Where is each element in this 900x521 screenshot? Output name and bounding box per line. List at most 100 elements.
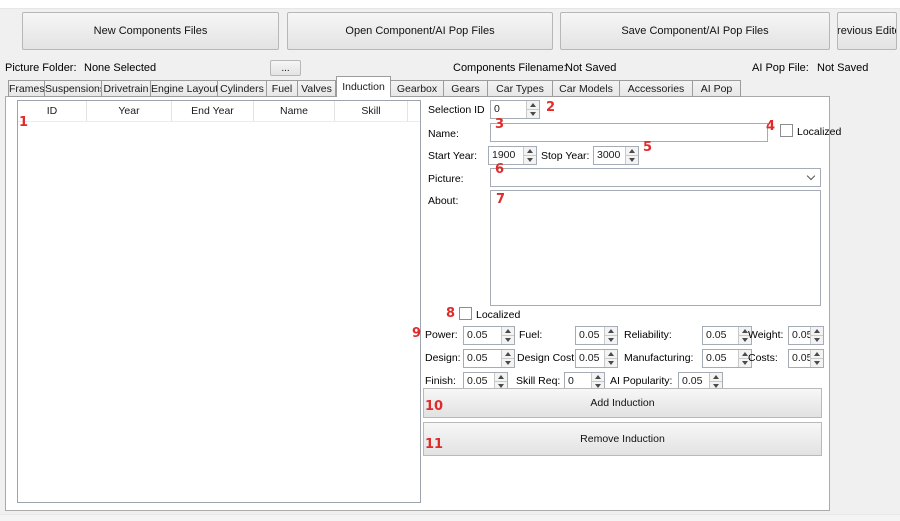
tab-ai-pop[interactable]: AI Pop <box>693 80 741 97</box>
name-localized-checkbox[interactable] <box>780 124 793 137</box>
costs-label: Costs: <box>748 352 778 364</box>
about-localized-label: Localized <box>476 309 520 321</box>
power-value: 0.05 <box>464 327 501 344</box>
spinner-buttons <box>523 147 536 164</box>
annotation-3: 3 <box>495 118 504 131</box>
tab-car-models[interactable]: Car Models <box>553 80 620 97</box>
manufacturing-spinner[interactable]: 0.05 <box>702 349 752 368</box>
tab-suspensions[interactable]: Suspensions <box>45 80 102 97</box>
tab-cylinders[interactable]: Cylinders <box>218 80 267 97</box>
browse-picture-folder-button[interactable]: ... <box>270 60 301 76</box>
components-filename-label: Components Filename: <box>453 62 567 75</box>
spinner-up-button[interactable] <box>524 147 536 155</box>
tab-frames[interactable]: Frames <box>8 80 45 97</box>
window-top-edge <box>0 0 900 9</box>
reliability-value: 0.05 <box>703 327 738 344</box>
annotation-6: 6 <box>495 163 504 176</box>
annotation-2: 2 <box>546 101 555 114</box>
induction-list-header: ID Year End Year Name Skill <box>18 101 420 122</box>
reliability-spinner[interactable]: 0.05 <box>702 326 752 345</box>
spinner-up-button[interactable] <box>811 350 823 358</box>
list-column-end-year[interactable]: End Year <box>172 101 254 121</box>
design-cost-spinner[interactable]: 0.05 <box>575 349 618 368</box>
annotation-9: 9 <box>412 327 421 340</box>
spinner-up-button[interactable] <box>811 327 823 335</box>
annotation-7: 7 <box>496 193 505 206</box>
add-induction-button[interactable]: Add Induction <box>423 388 822 418</box>
components-filename-value: Not Saved <box>565 62 616 75</box>
annotation-1: 1 <box>19 116 28 129</box>
spinner-down-button[interactable] <box>502 335 514 344</box>
spinner-up-button[interactable] <box>495 373 507 381</box>
tab-accessories[interactable]: Accessories <box>620 80 693 97</box>
ai-pop-file-label: AI Pop File: <box>752 62 809 75</box>
ai-popularity-label: AI Popularity: <box>610 375 672 387</box>
fuel-spinner[interactable]: 0.05 <box>575 326 618 345</box>
about-textarea[interactable] <box>490 190 821 306</box>
spinner-buttons <box>604 327 617 344</box>
stop-year-spinner[interactable]: 3000 <box>593 146 639 165</box>
previous-editor-button[interactable]: Previous Editor <box>837 12 897 50</box>
induction-list[interactable]: ID Year End Year Name Skill <box>17 100 421 503</box>
weight-spinner[interactable]: 0.05 <box>788 326 824 345</box>
fuel-label: Fuel: <box>519 329 542 341</box>
spinner-up-button[interactable] <box>626 147 638 155</box>
selection-id-label: Selection ID <box>428 104 485 116</box>
spinner-up-button[interactable] <box>527 101 539 109</box>
tab-induction[interactable]: Induction <box>336 76 391 97</box>
list-column-year[interactable]: Year <box>87 101 172 121</box>
spinner-down-button[interactable] <box>811 335 823 344</box>
spinner-up-button[interactable] <box>502 350 514 358</box>
spinner-up-button[interactable] <box>605 350 617 358</box>
save-component-ai-pop-files-button[interactable]: Save Component/AI Pop Files <box>560 12 830 50</box>
skill-req-label: Skill Req: <box>516 375 560 387</box>
name-input[interactable] <box>490 123 768 142</box>
tab-valves[interactable]: Valves <box>298 80 336 97</box>
spinner-up-button[interactable] <box>605 327 617 335</box>
manufacturing-value: 0.05 <box>703 350 738 367</box>
list-column-extra[interactable] <box>408 101 420 121</box>
annotation-11: 11 <box>425 438 443 451</box>
spinner-up-button[interactable] <box>592 373 604 381</box>
costs-spinner[interactable]: 0.05 <box>788 349 824 368</box>
picture-dropdown[interactable] <box>490 168 821 187</box>
spinner-buttons <box>604 350 617 367</box>
list-column-id[interactable]: ID <box>18 101 87 121</box>
design-label: Design: <box>425 352 461 364</box>
new-components-files-button[interactable]: New Components Files <box>22 12 279 50</box>
tab-gearbox[interactable]: Gearbox <box>391 80 444 97</box>
spinner-down-button[interactable] <box>605 335 617 344</box>
spinner-buttons <box>810 350 823 367</box>
annotation-8: 8 <box>446 307 455 320</box>
editor-tab-strip: Frames Suspensions Drivetrain Engine Lay… <box>8 80 741 97</box>
tab-fuel[interactable]: Fuel <box>267 80 298 97</box>
list-column-skill[interactable]: Skill <box>335 101 408 121</box>
spinner-down-button[interactable] <box>502 358 514 367</box>
tab-gears[interactable]: Gears <box>444 80 488 97</box>
spinner-up-button[interactable] <box>502 327 514 335</box>
design-value: 0.05 <box>464 350 501 367</box>
tab-engine-layout[interactable]: Engine Layout <box>151 80 218 97</box>
spinner-down-button[interactable] <box>811 358 823 367</box>
power-spinner[interactable]: 0.05 <box>463 326 515 345</box>
tab-drivetrain[interactable]: Drivetrain <box>102 80 151 97</box>
window-bottom-edge <box>0 514 900 521</box>
component-editor-window: New Components Files Open Component/AI P… <box>0 0 900 521</box>
spinner-up-button[interactable] <box>710 373 722 381</box>
weight-value: 0.05 <box>789 327 810 344</box>
spinner-down-button[interactable] <box>605 358 617 367</box>
open-component-ai-pop-files-button[interactable]: Open Component/AI Pop Files <box>287 12 553 50</box>
spinner-down-button[interactable] <box>626 155 638 164</box>
list-column-name[interactable]: Name <box>254 101 335 121</box>
about-localized-checkbox[interactable] <box>459 307 472 320</box>
ai-pop-file-value: Not Saved <box>817 62 868 75</box>
design-spinner[interactable]: 0.05 <box>463 349 515 368</box>
spinner-down-button[interactable] <box>527 109 539 118</box>
remove-induction-button[interactable]: Remove Induction <box>423 422 822 456</box>
tab-car-types[interactable]: Car Types <box>488 80 553 97</box>
annotation-10: 10 <box>425 400 443 413</box>
spinner-down-button[interactable] <box>524 155 536 164</box>
name-localized-label: Localized <box>797 126 841 138</box>
stop-year-value: 3000 <box>594 147 625 164</box>
manufacturing-label: Manufacturing: <box>624 352 693 364</box>
